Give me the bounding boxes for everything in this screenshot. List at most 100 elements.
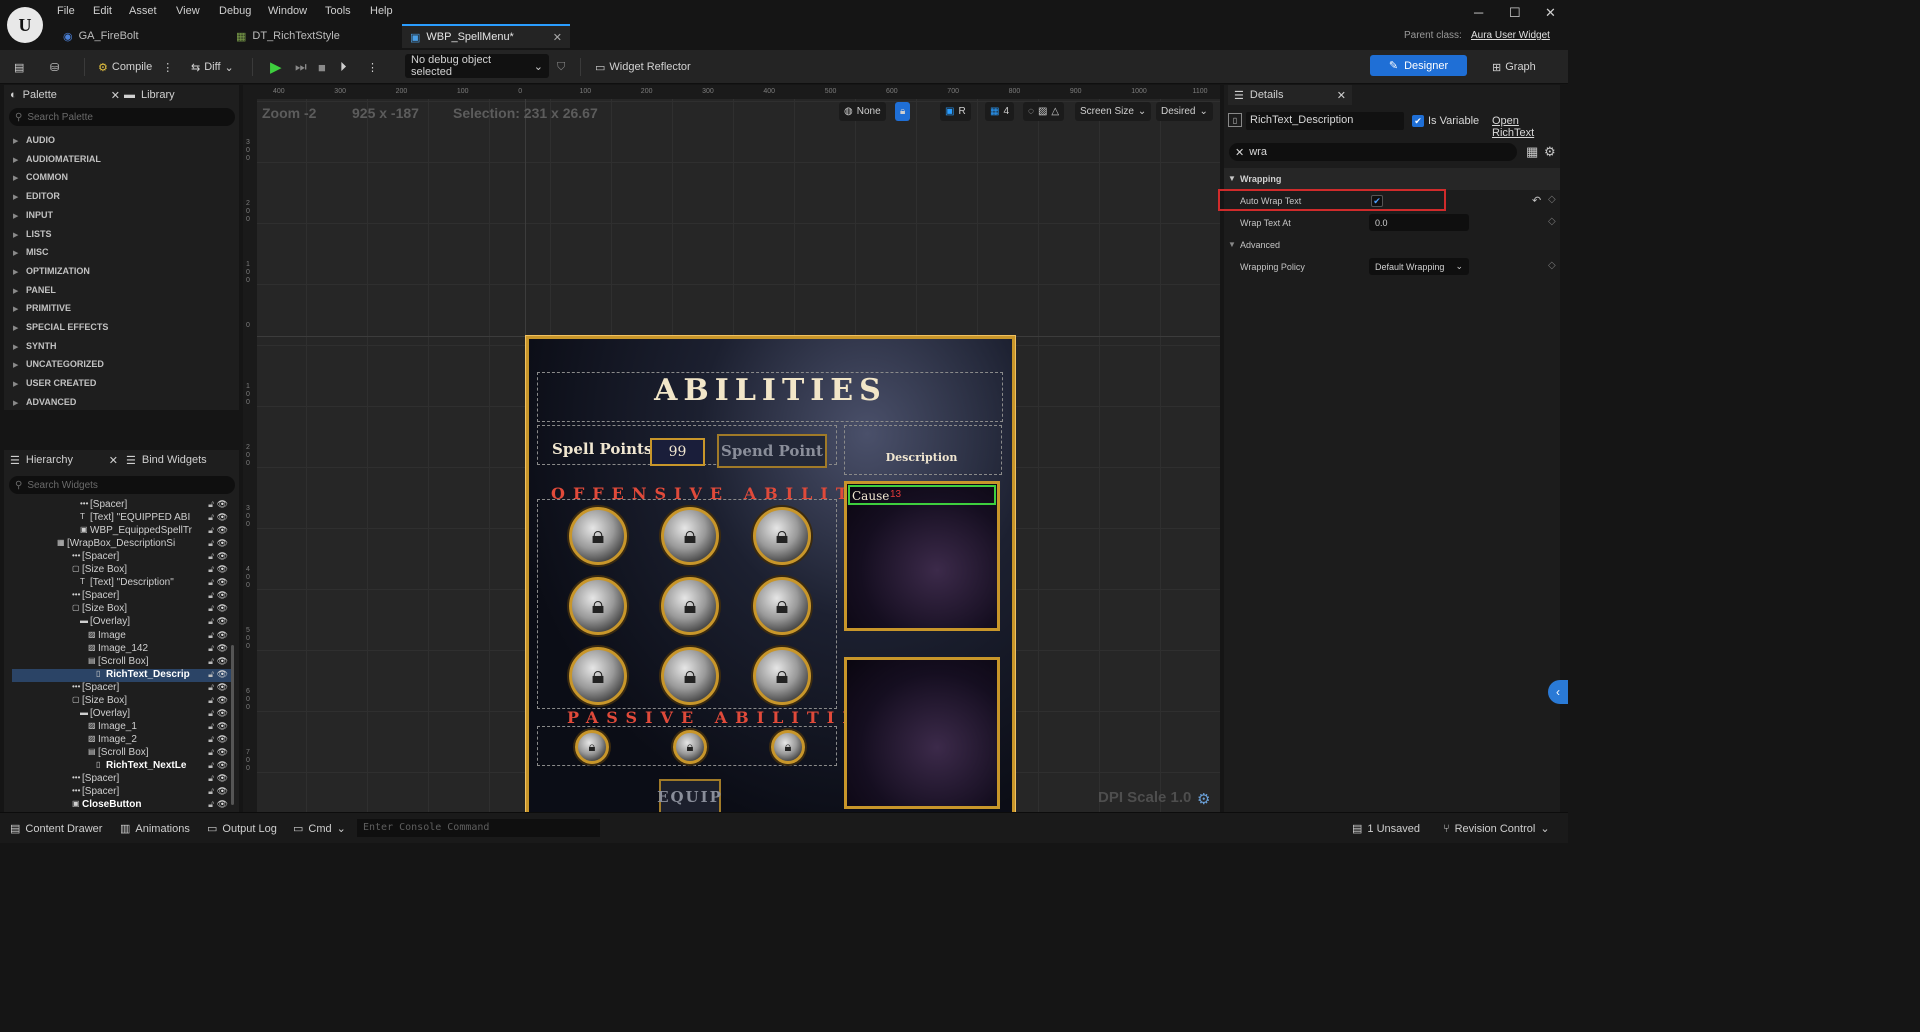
play-options-icon[interactable]: ⋮ — [367, 57, 378, 77]
settings-icon[interactable]: ⚙ — [1544, 144, 1556, 160]
dpi-settings-icon[interactable]: ⚙ — [1197, 790, 1210, 808]
visibility-eye-icon[interactable]: 👁︎ — [217, 799, 228, 810]
expand-arrow-icon[interactable]: ▶ — [13, 193, 18, 201]
visibility-eye-icon[interactable]: 👁︎ — [217, 708, 228, 719]
offensive-ability-slot[interactable]: 🔒︎ — [569, 577, 627, 635]
palette-category[interactable]: LISTS — [26, 229, 52, 239]
hierarchy-row[interactable]: ▤ [Scroll Box] 🔓︎ 👁︎ — [12, 656, 232, 669]
close-window-icon[interactable]: ✕ — [1545, 5, 1556, 21]
advance-icon[interactable]: ⏵ — [340, 57, 347, 77]
hierarchy-row[interactable]: ••• [Spacer] 🔓︎ 👁︎ — [12, 786, 232, 799]
lock-icon[interactable]: 🔓︎ — [208, 512, 214, 523]
offensive-ability-slot[interactable]: 🔒︎ — [661, 647, 719, 705]
expand-arrow-icon[interactable]: ▶ — [13, 156, 18, 164]
tab-hierarchy[interactable]: ☰ Hierarchy ✕ — [10, 450, 118, 470]
debug-object-dropdown[interactable]: No debug object selected ⌄ — [405, 54, 549, 78]
hierarchy-row[interactable]: ••• [Spacer] 🔓︎ 👁︎ — [12, 682, 232, 695]
tab-dt-richtextstyle[interactable]: ▦ DT_RichTextStyle — [228, 24, 348, 48]
palette-category[interactable]: USER CREATED — [26, 378, 96, 388]
expand-arrow-icon[interactable]: ▶ — [13, 324, 18, 332]
keyframe-diamond-icon[interactable]: ◇ — [1548, 216, 1556, 227]
content-drawer-button[interactable]: ▤ Content Drawer — [10, 822, 102, 836]
menu-view[interactable]: View — [176, 5, 200, 17]
expand-arrow-icon[interactable]: ▶ — [13, 174, 18, 182]
lock-icon[interactable]: 🔓︎ — [208, 538, 214, 549]
palette-category[interactable]: OPTIMIZATION — [26, 266, 90, 276]
visibility-eye-icon[interactable]: 👁︎ — [217, 760, 228, 771]
hierarchy-row[interactable]: ▨ Image_1 🔓︎ 👁︎ — [12, 721, 232, 734]
visibility-icons[interactable]: ◌ ▨ △ — [1023, 102, 1065, 121]
hierarchy-row[interactable]: ▨ Image_142 🔓︎ 👁︎ — [12, 643, 232, 656]
advanced-subsection[interactable]: ▼ Advanced — [1224, 234, 1560, 256]
menu-tools[interactable]: Tools — [325, 5, 351, 17]
widget-search-input[interactable]: ⚲ Search Widgets — [9, 476, 235, 494]
expand-arrow-icon[interactable]: ▶ — [13, 137, 18, 145]
wrap-text-at-field[interactable]: 0.0 — [1369, 214, 1469, 231]
expand-arrow-icon[interactable]: ▶ — [13, 287, 18, 295]
hierarchy-row[interactable]: ▨ Image 🔓︎ 👁︎ — [12, 630, 232, 643]
hierarchy-row[interactable]: ▬ [Overlay] 🔓︎ 👁︎ — [12, 708, 232, 721]
palette-category[interactable]: AUDIOMATERIAL — [26, 154, 101, 164]
visibility-eye-icon[interactable]: 👁︎ — [217, 669, 228, 680]
close-tab-icon[interactable]: ✕ — [553, 31, 562, 44]
keyframe-diamond-icon[interactable]: ◇ — [1548, 260, 1556, 271]
hierarchy-row[interactable]: ▤ [Scroll Box] 🔓︎ 👁︎ — [12, 747, 232, 760]
expand-arrow-icon[interactable]: ▶ — [13, 399, 18, 407]
hierarchy-row[interactable]: ▢ [Size Box] 🔓︎ 👁︎ — [12, 695, 232, 708]
diff-button[interactable]: ⇆ Diff ⌄ — [191, 57, 234, 77]
hierarchy-row[interactable]: T [Text] "EQUIPPED ABI 🔓︎ 👁︎ — [12, 512, 232, 525]
offensive-ability-slot[interactable]: 🔒︎ — [753, 647, 811, 705]
lock-icon[interactable]: 🔓︎ — [208, 564, 214, 575]
wrapping-policy-dropdown[interactable]: Default Wrapping ⌄ — [1369, 258, 1469, 275]
step-icon[interactable]: ⏭ — [295, 57, 307, 77]
visibility-eye-icon[interactable]: 👁︎ — [217, 564, 228, 575]
palette-category[interactable]: PRIMITIVE — [26, 303, 71, 313]
designer-viewport[interactable]: 400 300 200 100 0 100 200 300 400 500 600 700 800 900… — [243, 85, 1220, 812]
tab-bind-widgets[interactable]: ☰ Bind Widgets — [126, 450, 207, 470]
visibility-eye-icon[interactable]: 👁︎ — [217, 643, 228, 654]
expand-arrow-icon[interactable]: ▶ — [13, 305, 18, 313]
passive-ability-slot[interactable]: 🔒︎ — [771, 730, 805, 764]
hierarchy-scrollbar[interactable] — [231, 645, 234, 805]
close-icon[interactable]: ✕ — [1337, 89, 1346, 102]
menu-debug[interactable]: Debug — [219, 5, 251, 17]
lock-icon[interactable]: 🔓︎ — [208, 773, 214, 784]
expand-side-panel-icon[interactable]: ‹ — [1548, 680, 1568, 704]
open-richtext-link[interactable]: Open RichText — [1492, 115, 1560, 139]
snapping-toggle[interactable]: ▣ R — [940, 102, 971, 121]
visibility-eye-icon[interactable]: 👁︎ — [217, 512, 228, 523]
visibility-eye-icon[interactable]: 👁︎ — [217, 786, 228, 797]
visibility-eye-icon[interactable]: 👁︎ — [217, 682, 228, 693]
maximize-icon[interactable]: ☐ — [1509, 5, 1521, 21]
visibility-eye-icon[interactable]: 👁︎ — [217, 773, 228, 784]
cmd-dropdown[interactable]: ▭ Cmd ⌄ — [293, 822, 346, 836]
lock-icon[interactable]: 🔓︎ — [208, 721, 214, 732]
lock-icon[interactable]: 🔓︎ — [208, 499, 214, 510]
graph-button[interactable]: ⊞ Graph — [1492, 57, 1536, 77]
palette-category[interactable]: PANEL — [26, 285, 56, 295]
hierarchy-row[interactable]: ▣ WBP_EquippedSpellTr 🔓︎ 👁︎ — [12, 525, 232, 538]
lock-icon[interactable]: 🔓︎ — [208, 708, 214, 719]
tab-library[interactable]: ▬ Library — [124, 85, 175, 105]
expand-arrow-icon[interactable]: ▶ — [13, 343, 18, 351]
respect-locks-toggle[interactable]: 🔒︎ — [895, 102, 911, 121]
hierarchy-row[interactable]: T [Text] "Description" 🔓︎ 👁︎ — [12, 577, 232, 590]
expand-arrow-icon[interactable]: ▶ — [13, 268, 18, 276]
play-icon[interactable]: ▶ — [270, 57, 282, 77]
lock-icon[interactable]: 🔓︎ — [208, 590, 214, 601]
revision-control-button[interactable]: ⑂ Revision Control ⌄ — [1443, 822, 1550, 836]
unsaved-button[interactable]: ▤ 1 Unsaved — [1352, 822, 1420, 836]
expand-arrow-icon[interactable]: ▶ — [13, 249, 18, 257]
animations-button[interactable]: ▥ Animations — [120, 822, 190, 836]
lock-icon[interactable]: 🔓︎ — [208, 643, 214, 654]
hierarchy-row[interactable]: ••• [Spacer] 🔓︎ 👁︎ — [12, 773, 232, 786]
debug-filter-icon[interactable]: ⛉ — [557, 57, 565, 77]
is-variable-checkbox[interactable]: ✔ — [1412, 115, 1424, 127]
close-icon[interactable]: ✕ — [109, 454, 118, 467]
visibility-eye-icon[interactable]: 👁︎ — [217, 538, 228, 549]
hierarchy-row[interactable]: ▦ [WrapBox_DescriptionSi 🔓︎ 👁︎ — [12, 538, 232, 551]
lock-icon[interactable]: 🔓︎ — [208, 551, 214, 562]
expand-arrow-icon[interactable]: ▶ — [13, 380, 18, 388]
visibility-eye-icon[interactable]: 👁︎ — [217, 499, 228, 510]
locale-preview-button[interactable]: ◍ None — [839, 102, 886, 121]
